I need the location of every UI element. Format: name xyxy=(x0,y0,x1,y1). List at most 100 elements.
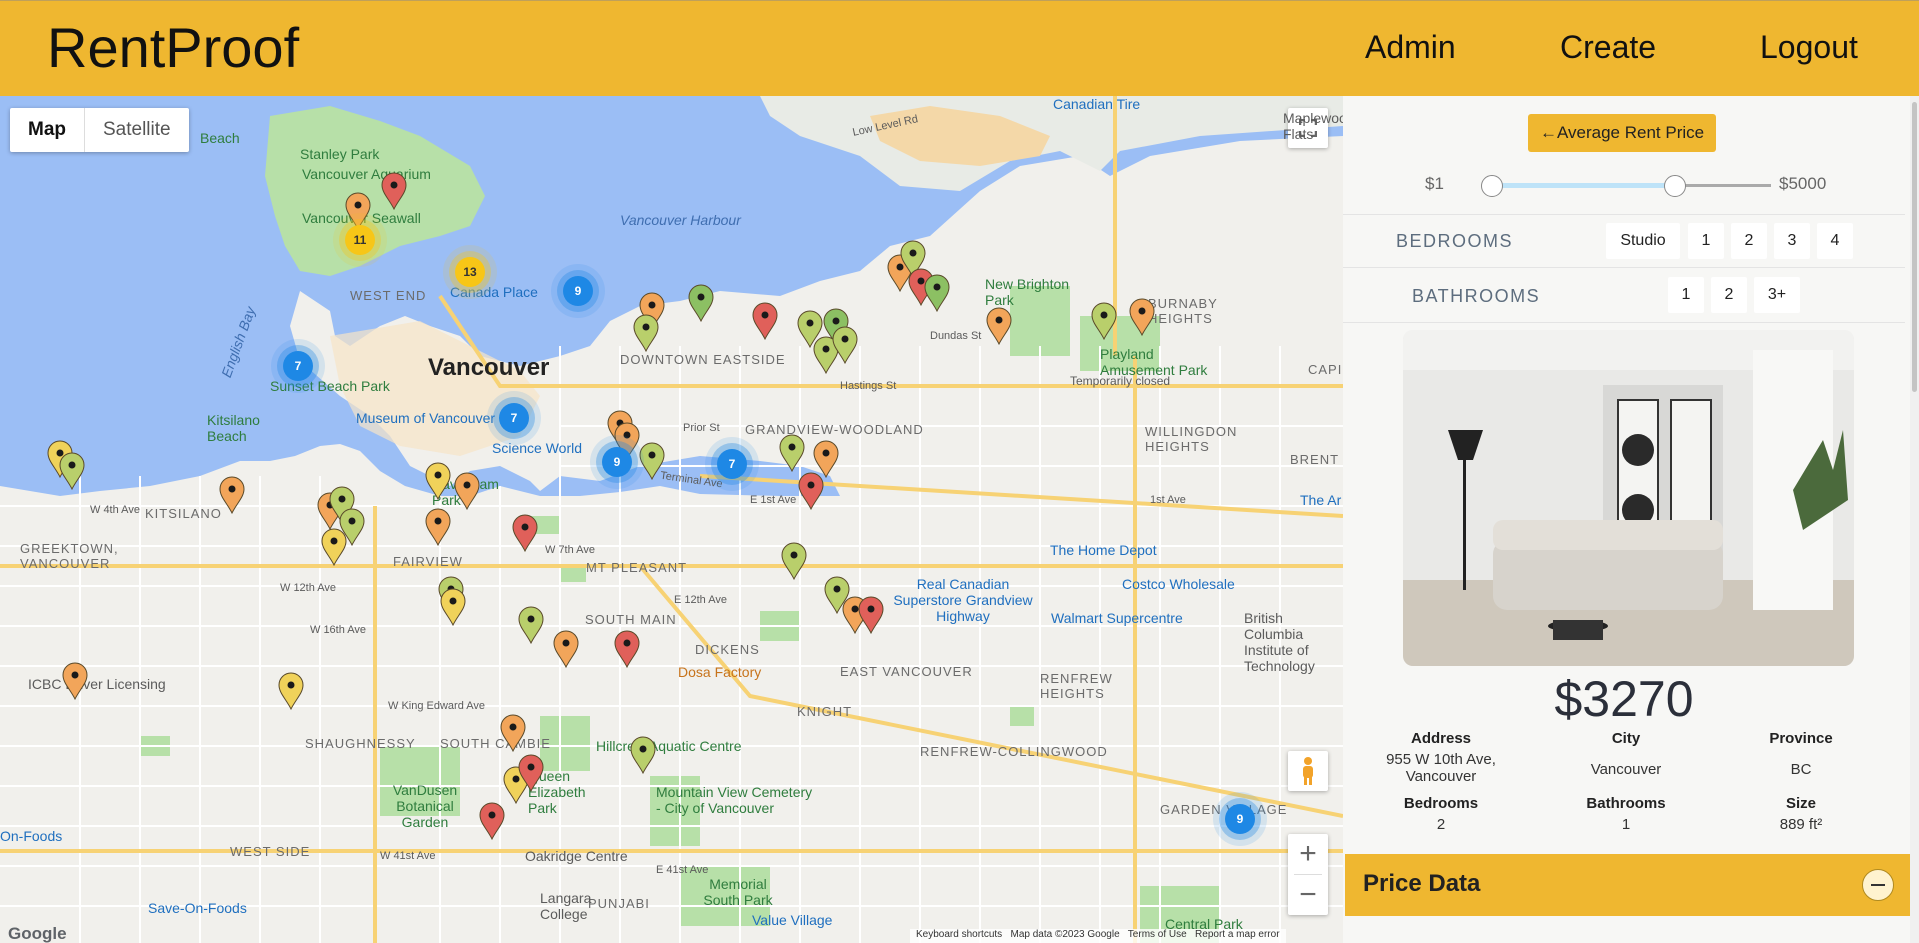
bedroom-option-3[interactable]: 3 xyxy=(1774,223,1810,259)
bedroom-option-1[interactable]: 1 xyxy=(1688,223,1724,259)
nav-admin[interactable]: Admin xyxy=(1365,29,1456,66)
place-label: The Ar xyxy=(1300,492,1342,508)
listing-pin-icon[interactable] xyxy=(219,476,245,515)
bathrooms-field: Bathrooms 1 xyxy=(1536,795,1716,833)
listing-pin-icon[interactable] xyxy=(440,588,466,627)
area-label: SOUTH CAMBIE xyxy=(440,736,551,751)
listing-pin-icon[interactable] xyxy=(779,434,805,473)
bathroom-option-2[interactable]: 2 xyxy=(1711,277,1747,313)
marker-cluster[interactable]: 9 xyxy=(602,447,632,477)
range-min-label: $1 xyxy=(1425,174,1444,193)
map-type-satellite[interactable]: Satellite xyxy=(85,108,189,152)
marker-cluster[interactable]: 7 xyxy=(283,351,313,381)
listing-pin-icon[interactable] xyxy=(986,307,1012,346)
place-label: On-Foods xyxy=(0,828,63,844)
listing-pin-icon[interactable] xyxy=(512,514,538,553)
nav-logout[interactable]: Logout xyxy=(1760,29,1858,66)
listing-pin-icon[interactable] xyxy=(479,802,505,841)
listing-pin-icon[interactable] xyxy=(752,302,778,341)
place-label: Mountain View Cemetery - City of Vancouv… xyxy=(656,784,813,816)
listing-pin-icon[interactable] xyxy=(553,630,579,669)
marker-cluster[interactable]: 11 xyxy=(345,225,375,255)
price-range-max-handle[interactable] xyxy=(1664,175,1687,197)
address-field: Address 955 W 10th Ave, Vancouver xyxy=(1351,730,1531,785)
listing-pin-icon[interactable] xyxy=(59,452,85,491)
listing-photo[interactable] xyxy=(1403,330,1854,666)
zoom-controls: + − xyxy=(1288,834,1328,915)
nav-create[interactable]: Create xyxy=(1560,29,1656,66)
listing-pin-icon[interactable] xyxy=(321,528,347,567)
price-range-min-handle[interactable] xyxy=(1481,175,1504,197)
street-label: W 41st Ave xyxy=(380,850,436,862)
address-value: 955 W 10th Ave, Vancouver xyxy=(1386,751,1496,785)
zoom-out-icon[interactable]: − xyxy=(1299,875,1317,915)
bedroom-option-studio[interactable]: Studio xyxy=(1606,223,1680,259)
listing-pin-icon[interactable] xyxy=(454,472,480,511)
listing-pin-icon[interactable] xyxy=(688,284,714,323)
listing-pin-icon[interactable] xyxy=(518,606,544,645)
price-data-accordion[interactable]: Price Data xyxy=(1345,854,1912,916)
place-label: Maplewood Flats xyxy=(1283,110,1343,142)
place-label: VanDusen Botanical Garden xyxy=(392,782,458,830)
listing-pin-icon[interactable] xyxy=(781,542,807,581)
street-label: E 41st Ave xyxy=(656,864,709,876)
map-view[interactable]: Map Satellite + − Vancouver WEST END DOW… xyxy=(0,96,1343,943)
listing-pin-icon[interactable] xyxy=(425,462,451,501)
collapse-icon[interactable] xyxy=(1862,869,1894,901)
bedrooms-field-label: Bedrooms xyxy=(1403,795,1479,812)
report-error-link[interactable]: Report a map error xyxy=(1195,929,1279,940)
keyboard-shortcuts-link[interactable]: Keyboard shortcuts xyxy=(916,929,1002,940)
listing-pin-icon[interactable] xyxy=(832,326,858,365)
listing-pin-icon[interactable] xyxy=(1091,302,1117,341)
terms-link[interactable]: Terms of Use xyxy=(1128,929,1187,940)
street-label: E 12th Ave xyxy=(674,594,728,606)
listing-pin-icon[interactable] xyxy=(630,736,656,775)
bathroom-option-1[interactable]: 1 xyxy=(1668,277,1704,313)
listing-pin-icon[interactable] xyxy=(1129,298,1155,337)
city-label: Vancouver xyxy=(428,354,550,381)
city-value: Vancouver xyxy=(1590,761,1662,778)
listing-pin-icon[interactable] xyxy=(614,630,640,669)
listing-pin-icon[interactable] xyxy=(858,596,884,635)
marker-cluster[interactable]: 13 xyxy=(455,257,485,287)
bedroom-option-2[interactable]: 2 xyxy=(1731,223,1767,259)
marker-cluster[interactable]: 7 xyxy=(499,403,529,433)
listing-pin-icon[interactable] xyxy=(633,314,659,353)
bedrooms-filter: BEDROOMS Studio 1 2 3 4 xyxy=(1343,214,1905,268)
marker-cluster[interactable]: 7 xyxy=(717,449,747,479)
area-label: GARDEN VILLAGE xyxy=(1160,802,1288,817)
area-label: EAST VANCOUVER xyxy=(840,664,973,679)
map-attribution: Keyboard shortcuts Map data ©2023 Google… xyxy=(910,929,1286,943)
range-max-label: $5000 xyxy=(1779,174,1827,193)
place-label: Costco Wholesale xyxy=(1122,576,1235,592)
place-label: Kitsilano Beach xyxy=(207,412,260,444)
listing-pin-icon[interactable] xyxy=(518,754,544,793)
zoom-in-icon[interactable]: + xyxy=(1299,834,1317,874)
listing-pin-icon[interactable] xyxy=(500,714,526,753)
map-type-map[interactable]: Map xyxy=(10,108,85,152)
listing-pin-icon[interactable] xyxy=(381,172,407,211)
place-label: Science World xyxy=(492,440,583,456)
listing-pin-icon[interactable] xyxy=(798,472,824,511)
marker-cluster[interactable]: 9 xyxy=(563,276,593,306)
bedroom-option-4[interactable]: 4 xyxy=(1817,223,1853,259)
listing-pin-icon[interactable] xyxy=(278,672,304,711)
brand-logo[interactable]: RentProof xyxy=(47,15,299,80)
street-label: W 7th Ave xyxy=(545,544,595,556)
place-label: ICBC Driver Licensing xyxy=(28,676,166,692)
listing-pin-icon[interactable] xyxy=(924,274,950,313)
place-label: Canada Place xyxy=(450,284,538,300)
place-label: Value Village xyxy=(752,912,833,928)
listing-pin-icon[interactable] xyxy=(639,442,665,481)
street-view-pegman-icon[interactable] xyxy=(1288,751,1328,791)
sort-average-rent-button[interactable]: ←Average Rent Price xyxy=(1528,114,1717,152)
bathrooms-value: 1 xyxy=(1621,816,1631,833)
place-label: Vancouver Aquarium xyxy=(302,166,431,182)
area-label: BRENT xyxy=(1290,452,1340,467)
bathroom-option-3plus[interactable]: 3+ xyxy=(1754,277,1800,313)
listing-pin-icon[interactable] xyxy=(62,662,88,701)
marker-cluster[interactable]: 9 xyxy=(1225,804,1255,834)
area-label: KNIGHT xyxy=(797,704,853,719)
panel-scrollbar-thumb[interactable] xyxy=(1912,102,1917,392)
listing-pin-icon[interactable] xyxy=(425,508,451,547)
